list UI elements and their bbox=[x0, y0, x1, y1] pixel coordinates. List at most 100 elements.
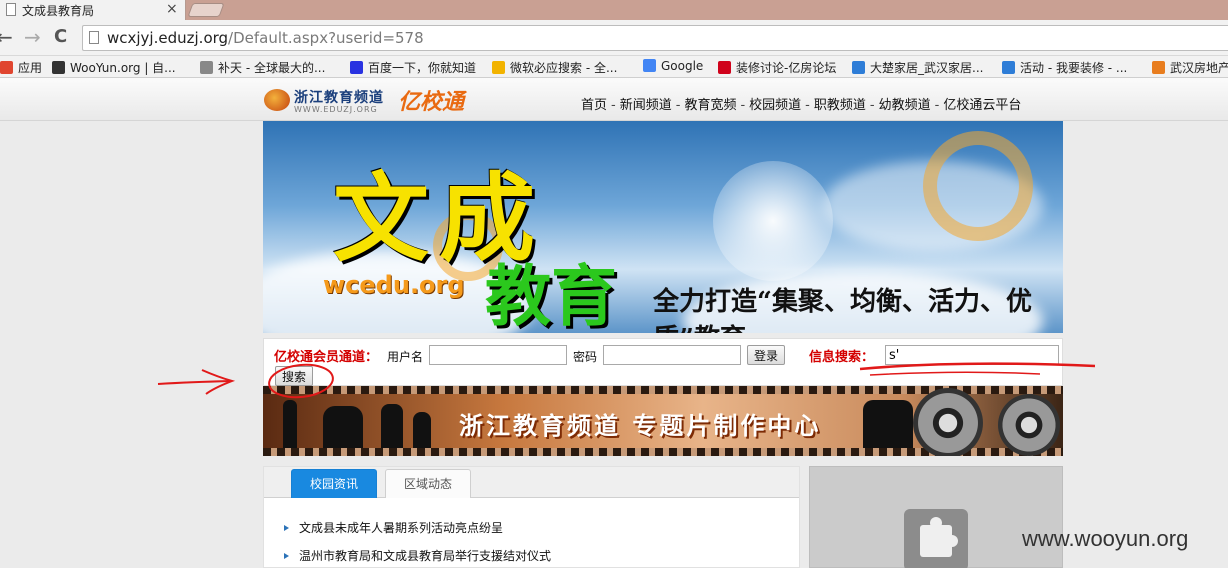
fang-icon bbox=[718, 61, 731, 74]
nav-item[interactable]: 新闻频道 bbox=[620, 98, 672, 113]
url-host: wcxjyj.eduzj.org bbox=[107, 29, 229, 47]
bookmark-label: 装修讨论-亿房论坛 bbox=[736, 61, 837, 75]
plugin-puzzle-icon bbox=[904, 509, 968, 568]
apps-icon bbox=[0, 61, 13, 74]
nav-item[interactable]: 首页 bbox=[581, 98, 607, 113]
page-icon bbox=[6, 3, 16, 16]
bookmark-label: 活动 - 我要装修 - ... bbox=[1020, 61, 1128, 75]
bookmark-item[interactable]: 百度一下，你就知道 bbox=[350, 59, 476, 76]
news-panel: 校园资讯 区域动态 文成县未成年人暑期系列活动亮点纷呈 温州市教育局和文成县教育… bbox=[263, 466, 800, 568]
activity-icon bbox=[1002, 61, 1015, 74]
nav-item[interactable]: 亿校通云平台 bbox=[943, 98, 1021, 113]
tab-title: 文成县教育局 bbox=[22, 4, 95, 18]
url-text: wcxjyj.eduzj.org/Default.aspx?userid=578 bbox=[107, 29, 424, 47]
nav-separator: - bbox=[675, 98, 681, 113]
annotation-arrow-head bbox=[201, 369, 236, 395]
close-icon[interactable]: × bbox=[166, 1, 178, 17]
nav-item[interactable]: 校园频道 bbox=[749, 98, 801, 113]
search-label: 信息搜索： bbox=[809, 350, 875, 365]
puzzle-knob bbox=[930, 517, 942, 529]
google-icon bbox=[643, 59, 656, 72]
news-item-title: 温州市教育局和文成县教育局举行支援结对仪式 bbox=[299, 549, 552, 563]
film-reel-icon bbox=[913, 388, 983, 456]
logo-subtext: WWW.EDUZJ.ORG bbox=[294, 105, 378, 114]
browser-tab-active[interactable]: 文成县教育局 × bbox=[0, 0, 186, 20]
nav-separator: - bbox=[611, 98, 616, 113]
member-login-bar: 亿校通会员通道： 用户名 密码 登录 信息搜索： 搜索 bbox=[263, 338, 1063, 386]
nav-item[interactable]: 幼教频道 bbox=[879, 98, 931, 113]
username-input[interactable] bbox=[429, 345, 567, 365]
person-silhouette bbox=[381, 404, 403, 448]
main-nav: 首页 - 新闻频道 - 教育宽频 - 校园频道 - 职教频道 - 幼教频道 - 亿校通云平台 bbox=[581, 94, 1021, 113]
url-path: /Default.aspx?userid=578 bbox=[228, 29, 424, 47]
site-logo[interactable]: 浙江教育频道 WWW.EDUZJ.ORG bbox=[264, 87, 384, 117]
hero-banner: 文成 教育 wcedu.org 全力打造“集聚、均衡、活力、优质”教育 bbox=[263, 121, 1063, 333]
logo-text: 浙江教育频道 bbox=[294, 90, 384, 106]
nav-separator: - bbox=[805, 98, 810, 113]
news-tabs: 校园资讯 区域动态 bbox=[264, 467, 799, 498]
nav-separator: - bbox=[934, 98, 940, 113]
bookmark-item[interactable]: Google bbox=[643, 59, 703, 73]
watermark: www.wooyun.org bbox=[1022, 526, 1189, 551]
search-input[interactable] bbox=[885, 345, 1059, 365]
cameraman-silhouette bbox=[323, 406, 363, 448]
film-reel-icon bbox=[998, 394, 1060, 456]
plugin-placeholder bbox=[809, 466, 1063, 568]
decorative-ring bbox=[923, 131, 1033, 241]
list-item[interactable]: 文成县未成年人暑期系列活动亮点纷呈 bbox=[284, 519, 503, 536]
browser-tabstrip: 文成县教育局 × bbox=[0, 0, 1228, 20]
nav-item[interactable]: 教育宽频 bbox=[684, 98, 736, 113]
username-label: 用户名 bbox=[387, 350, 424, 364]
bookmark-item[interactable]: 装修讨论-亿房论坛 bbox=[718, 59, 836, 76]
bookmark-item[interactable]: WooYun.org | 自... bbox=[52, 59, 176, 76]
bookmark-label: 大楚家居_武汉家居... bbox=[870, 61, 984, 75]
bookmark-item[interactable]: 武汉房地产 bbox=[1152, 59, 1228, 76]
bookmark-label: 百度一下，你就知道 bbox=[368, 61, 477, 75]
password-input[interactable] bbox=[603, 345, 741, 365]
logo-mark-icon bbox=[264, 89, 290, 111]
bookmark-item[interactable]: 微软必应搜索 - 全... bbox=[492, 59, 617, 76]
page-icon bbox=[89, 31, 99, 44]
person-silhouette bbox=[283, 400, 297, 448]
camera-silhouette bbox=[863, 400, 913, 448]
password-label: 密码 bbox=[573, 350, 598, 364]
tab-regional-news[interactable]: 区域动态 bbox=[385, 469, 471, 498]
banner-title-jiaoyu: 教育 bbox=[485, 257, 617, 333]
banner-slogan: 全力打造“集聚、均衡、活力、优质”教育 bbox=[653, 287, 1032, 333]
nav-separator: - bbox=[869, 98, 875, 113]
search-button[interactable]: 搜索 bbox=[275, 366, 314, 386]
butian-icon bbox=[200, 61, 213, 74]
person-silhouette bbox=[413, 412, 431, 448]
bookmark-label: 应用 bbox=[18, 61, 43, 75]
bookmark-label: WooYun.org | 自... bbox=[70, 61, 176, 75]
bullet-icon bbox=[284, 525, 289, 531]
film-production-banner[interactable]: 浙江教育频道 专题片制作中心 bbox=[263, 386, 1063, 456]
back-arrow-icon[interactable]: ← bbox=[0, 27, 13, 47]
brand-name: 亿校通 bbox=[398, 90, 465, 115]
address-bar[interactable]: wcxjyj.eduzj.org/Default.aspx?userid=578 bbox=[82, 25, 1228, 51]
wooyun-icon bbox=[52, 61, 65, 74]
reload-icon[interactable]: C bbox=[54, 27, 67, 47]
browser-toolbar: ← → C wcxjyj.eduzj.org/Default.aspx?user… bbox=[0, 20, 1228, 56]
tab-campus-news[interactable]: 校园资讯 bbox=[291, 469, 377, 498]
bookmark-label: 补天 - 全球最大的... bbox=[218, 61, 326, 75]
bookmark-item[interactable]: 补天 - 全球最大的... bbox=[200, 59, 325, 76]
bookmark-item[interactable]: 活动 - 我要装修 - ... bbox=[1002, 59, 1127, 76]
bookmarks-bar: 应用 WooYun.org | 自... 补天 - 全球最大的... 百度一下，你就知… bbox=[0, 56, 1228, 78]
film-banner-text: 浙江教育频道 专题片制作中心 bbox=[459, 411, 822, 440]
login-button[interactable]: 登录 bbox=[747, 345, 786, 365]
news-item-title: 文成县未成年人暑期系列活动亮点纷呈 bbox=[299, 521, 504, 535]
bookmark-item[interactable]: 大楚家居_武汉家居... bbox=[852, 59, 983, 76]
puzzle-knob bbox=[946, 535, 958, 547]
new-tab-button[interactable] bbox=[187, 3, 225, 17]
bookmark-item[interactable]: 应用 bbox=[0, 59, 42, 76]
list-item[interactable]: 温州市教育局和文成县教育局举行支援结对仪式 bbox=[284, 547, 551, 564]
bullet-icon bbox=[284, 553, 289, 559]
baidu-icon bbox=[350, 61, 363, 74]
member-channel-label: 亿校通会员通道： bbox=[274, 350, 379, 365]
sun-glow bbox=[713, 161, 833, 281]
forward-arrow-icon[interactable]: → bbox=[24, 27, 41, 47]
site-header: 浙江教育频道 WWW.EDUZJ.ORG 亿校通 首页 - 新闻频道 - 教育宽频 - 校园… bbox=[0, 78, 1228, 121]
wuhan-icon bbox=[1152, 61, 1165, 74]
nav-item[interactable]: 职教频道 bbox=[814, 98, 866, 113]
